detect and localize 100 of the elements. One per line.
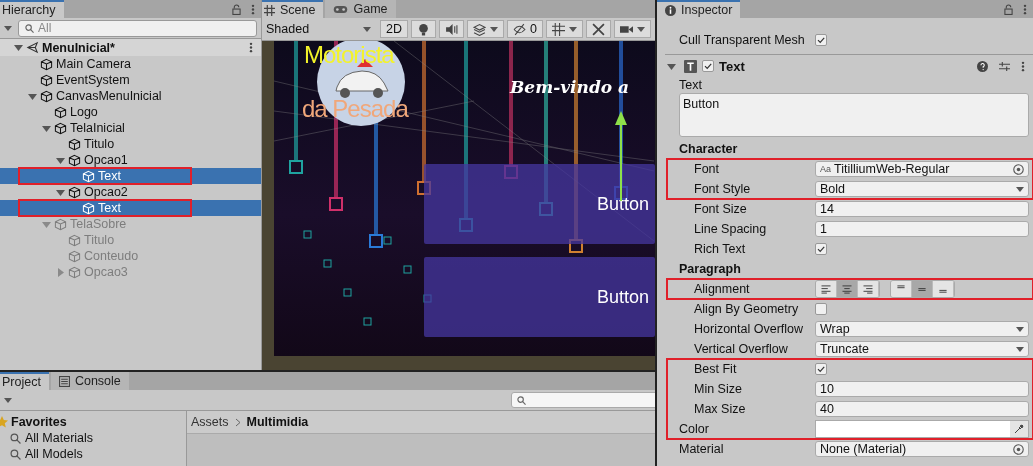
field-label: Material (679, 442, 725, 456)
object-picker-icon[interactable] (1013, 163, 1024, 175)
section-header: Paragraph (679, 261, 742, 278)
menu-icon[interactable] (251, 3, 255, 15)
shading-dropdown[interactable]: Shaded (266, 22, 377, 36)
expand-arrow-icon[interactable] (56, 155, 65, 165)
breadcrumb-item[interactable]: Multimidia (246, 415, 309, 429)
menu-icon[interactable] (1021, 60, 1025, 72)
search-icon (25, 23, 34, 33)
light-bulb-icon[interactable] (417, 22, 430, 36)
tree-item[interactable]: Opcao1 (0, 152, 261, 168)
component-header[interactable]: Text (665, 54, 1033, 77)
tree-item[interactable]: TelaInicial (0, 120, 261, 136)
expand-arrow-icon[interactable] (56, 187, 65, 197)
panel-tab[interactable]: Scene (262, 0, 324, 18)
color-field[interactable] (815, 420, 1029, 438)
cube-icon (54, 121, 67, 135)
object-field[interactable]: Aa TitilliumWeb-Regular (815, 161, 1029, 177)
object-picker-icon[interactable] (1013, 443, 1024, 455)
tree-item[interactable]: Logo (0, 104, 261, 120)
checkbox[interactable] (815, 303, 827, 315)
2d-toggle[interactable]: 2D (380, 20, 408, 38)
align-button[interactable] (933, 281, 954, 297)
cube-icon (40, 73, 53, 87)
tree-item[interactable]: CanvasMenuInicial (0, 88, 261, 104)
help-icon[interactable] (977, 60, 988, 72)
cube-icon (82, 201, 95, 215)
tree-item[interactable]: EventSystem (0, 72, 261, 88)
favorites-header[interactable]: Favorites (11, 415, 67, 429)
eyedropper-icon[interactable] (1014, 424, 1024, 434)
field-label: Font Size (693, 202, 748, 216)
unity-logo-icon (26, 41, 39, 54)
search-field[interactable] (511, 392, 655, 408)
checkbox[interactable] (815, 243, 827, 255)
checkbox[interactable] (815, 363, 827, 375)
tree-item[interactable]: Titulo (0, 136, 261, 152)
menu-button-panel: Button (424, 257, 655, 337)
cube-icon (54, 105, 67, 119)
cube-icon (68, 265, 81, 279)
tools-icon[interactable] (591, 22, 605, 36)
expand-arrow-icon[interactable] (14, 43, 23, 52)
cube-icon (68, 137, 81, 151)
expand-arrow-icon[interactable] (667, 61, 676, 71)
field-label: Font Style (693, 182, 752, 196)
panel-tab[interactable]: Inspector (657, 0, 741, 18)
tree-item[interactable]: Opcao2 (0, 184, 261, 200)
number-field[interactable]: 14 (815, 201, 1029, 217)
number-field[interactable]: 40 (815, 401, 1029, 417)
scene-item[interactable]: MenuInicial* (0, 39, 261, 56)
expand-arrow-icon[interactable] (42, 123, 51, 133)
cube-icon (54, 217, 67, 231)
cube-icon (68, 153, 81, 167)
align-button[interactable] (912, 281, 933, 297)
lock-icon[interactable] (1004, 3, 1013, 15)
tree-item[interactable]: Main Camera (0, 56, 261, 72)
favorite-item[interactable]: All Models (0, 446, 186, 462)
dropdown-arrow-icon (4, 397, 12, 403)
dropdown-caret-icon (1016, 186, 1024, 192)
menu-icon[interactable] (1023, 3, 1027, 15)
cube-icon (68, 249, 81, 263)
field-label: Font (693, 162, 720, 176)
text-area[interactable]: Button (679, 93, 1029, 137)
panel-tab[interactable]: Console (50, 372, 129, 390)
align-button[interactable] (891, 281, 912, 297)
dropdown[interactable]: Truncate (815, 341, 1029, 357)
expand-arrow-icon[interactable] (28, 91, 37, 101)
dropdown[interactable]: Wrap (815, 321, 1029, 337)
number-field[interactable]: 10 (815, 381, 1029, 397)
cube-icon (40, 89, 53, 103)
object-field[interactable]: None (Material) (815, 441, 1029, 457)
menu-icon[interactable] (249, 42, 253, 53)
dropdown-caret-icon (363, 26, 371, 32)
panel-tab[interactable]: Hierarchy (0, 0, 64, 18)
align-button[interactable] (816, 281, 837, 297)
favorite-item[interactable]: All Materials (0, 430, 186, 446)
settings-sliders-icon[interactable] (999, 60, 1010, 72)
dropdown[interactable]: Bold (815, 181, 1029, 197)
align-right-icon (863, 284, 873, 294)
field-label: Alignment (693, 282, 751, 296)
field-label: Rich Text (693, 242, 747, 256)
hidden-objects-toggle[interactable]: 0 (507, 20, 543, 38)
field-label: Line Spacing (693, 222, 768, 236)
panel-tab[interactable]: Game (325, 0, 396, 18)
panel-tab[interactable]: Project (0, 372, 49, 390)
tree-item[interactable]: Text (0, 200, 261, 216)
eye-slash-icon (513, 22, 526, 36)
checkbox[interactable] (815, 34, 827, 46)
layers-icon[interactable] (473, 22, 486, 36)
align-button[interactable] (858, 281, 879, 297)
tree-item[interactable]: Text (0, 168, 261, 184)
field-label: Horizontal Overflow (693, 322, 805, 336)
breadcrumb-item[interactable]: Assets (191, 415, 229, 429)
grid-icon[interactable] (551, 22, 565, 36)
lock-icon[interactable] (232, 3, 241, 15)
align-button[interactable] (837, 281, 858, 297)
field-label: Color (679, 422, 710, 436)
number-field[interactable]: 1 (815, 221, 1029, 237)
checkbox[interactable] (702, 60, 714, 72)
speaker-icon[interactable] (445, 22, 458, 36)
field-label: Max Size (693, 402, 747, 416)
